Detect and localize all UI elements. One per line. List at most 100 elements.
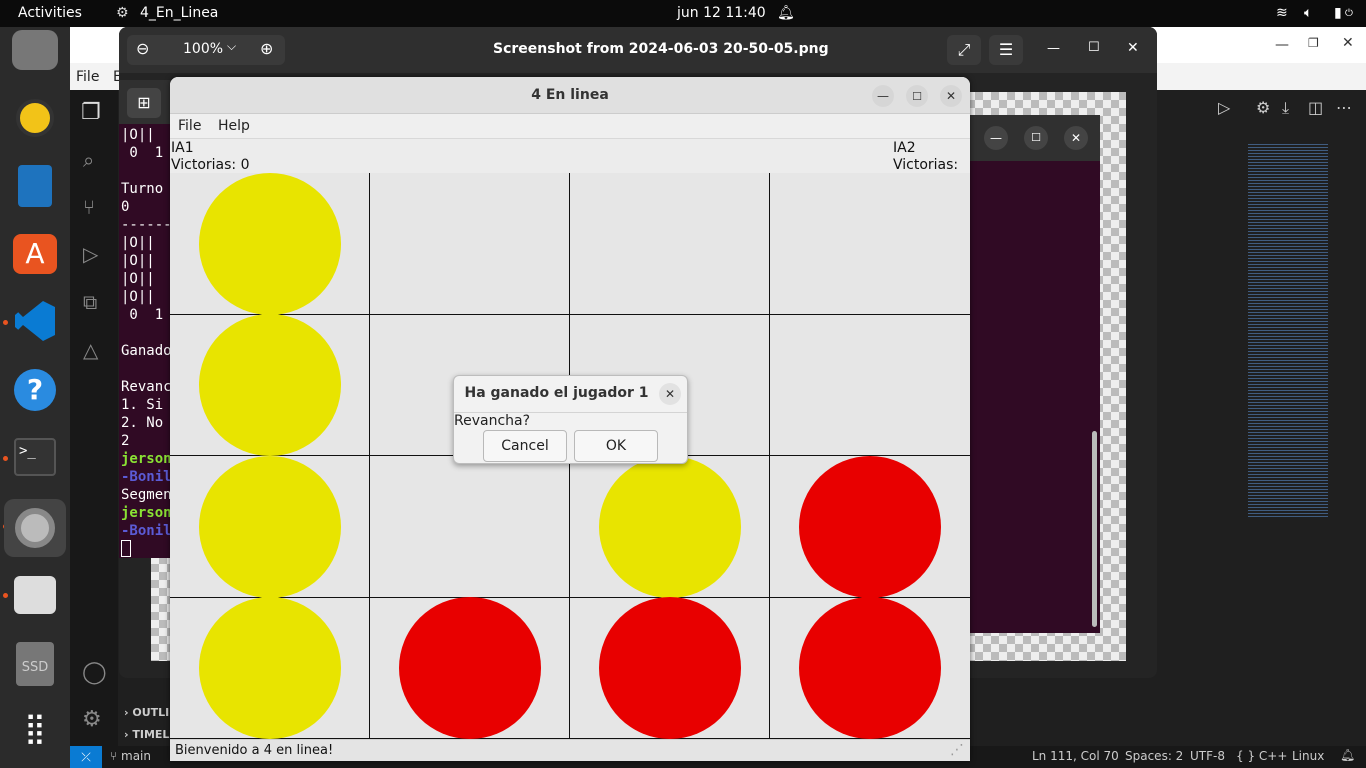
- indentation-status[interactable]: Spaces: 2: [1125, 749, 1183, 763]
- ssd-drive-icon[interactable]: SSD: [12, 641, 58, 687]
- app-menu[interactable]: 4_En_Linea: [140, 5, 218, 21]
- terminal-line: Turno: [121, 181, 164, 197]
- clock[interactable]: jun 12 11:40: [677, 5, 766, 21]
- minimize-icon[interactable]: —: [1047, 41, 1060, 56]
- terminal-output: |O|| 0 1 Turno 0 ------ |O|| |O|| |O|| |O|| 0 1…: [119, 124, 171, 558]
- extensions-icon[interactable]: ⧉: [83, 290, 97, 314]
- scoreboard: IA1 Victorias: 0 IA2 Victorias: 0: [170, 139, 970, 189]
- manage-gear-icon[interactable]: ⚙: [82, 707, 102, 732]
- zoom-level[interactable]: 100%: [183, 41, 223, 57]
- terminal-scrollbar[interactable]: [1092, 431, 1097, 627]
- vscode-icon[interactable]: [12, 298, 58, 344]
- game-title: 4 En linea: [531, 87, 609, 103]
- app-icon: ⚙: [116, 5, 129, 21]
- account-icon[interactable]: ◯: [82, 660, 107, 685]
- red-disc: [799, 455, 941, 598]
- activity-bar: ❐ ⌕ ⑂ ▷ ⧉ △ ◯ ⚙: [70, 90, 118, 746]
- maximize-icon[interactable]: ☐: [1088, 40, 1100, 55]
- maximize-icon[interactable]: ☐: [1024, 126, 1048, 150]
- volume-icon[interactable]: 🔈︎: [1304, 5, 1312, 21]
- files-icon[interactable]: [12, 30, 58, 70]
- vscode-menu-file[interactable]: File: [76, 69, 99, 85]
- split-editor-icon[interactable]: ◫: [1308, 98, 1323, 117]
- terminal-icon[interactable]: >_: [12, 434, 58, 480]
- source-control-icon[interactable]: ⑂: [83, 195, 95, 219]
- battery-icon[interactable]: ▮: [1334, 5, 1342, 21]
- libreoffice-impress-icon[interactable]: [12, 163, 58, 209]
- red-disc: [799, 597, 941, 740]
- cancel-button[interactable]: Cancel: [483, 430, 567, 462]
- fullscreen-icon[interactable]: ⤢: [947, 35, 981, 65]
- terminal-line: -Bonil: [121, 523, 171, 539]
- board-cell[interactable]: [370, 173, 570, 315]
- close-icon[interactable]: ✕: [940, 85, 962, 107]
- dialog-message: Revancha?: [454, 413, 531, 429]
- winner-dialog: Ha ganado el jugador 1 ✕ Revancha? Cance…: [453, 375, 688, 464]
- remote-indicator-icon[interactable]: ⤫: [70, 746, 102, 768]
- player1-name: IA1: [171, 140, 194, 156]
- terminal-line: Revanc: [121, 379, 171, 395]
- run-debug-icon[interactable]: ▷: [83, 242, 98, 266]
- settings-gear-icon[interactable]: ⚙: [1256, 98, 1270, 117]
- ok-button[interactable]: OK: [574, 430, 658, 462]
- rhythmbox-icon[interactable]: [12, 95, 58, 141]
- explorer-icon[interactable]: ❐: [81, 100, 101, 125]
- resize-grip-icon[interactable]: ⋰: [950, 742, 964, 758]
- close-icon[interactable]: ✕: [1064, 126, 1088, 150]
- encoding-status[interactable]: UTF-8: [1190, 749, 1225, 763]
- top-bar: Activities ⚙ 4_En_Linea jun 12 11:40 🔔︎ …: [0, 0, 1366, 27]
- terminal-line: 0: [121, 199, 130, 215]
- settings-icon[interactable]: [4, 499, 66, 557]
- game-menubar: File Help: [170, 114, 970, 139]
- zoom-out-icon[interactable]: ⊖: [136, 39, 149, 58]
- more-actions-icon[interactable]: ⋯: [1336, 98, 1352, 117]
- maximize-icon[interactable]: ☐: [906, 85, 928, 107]
- terminal-line: |O||: [121, 235, 155, 251]
- menu-file[interactable]: File: [178, 118, 201, 134]
- board-cell[interactable]: [770, 315, 970, 456]
- remote-icon[interactable]: △: [83, 338, 98, 362]
- show-apps-icon[interactable]: ⣿: [12, 705, 58, 751]
- restore-icon[interactable]: ❐: [1308, 36, 1319, 50]
- search-icon[interactable]: ⌕: [83, 148, 94, 172]
- red-disc: [399, 597, 541, 740]
- activities-button[interactable]: Activities: [18, 5, 82, 21]
- os-status[interactable]: Linux: [1292, 749, 1324, 763]
- board-cell[interactable]: [570, 173, 770, 315]
- timeline-section[interactable]: › TIMEL: [124, 728, 169, 741]
- terminal-line: |O||: [121, 253, 155, 269]
- wifi-icon[interactable]: ≋: [1276, 5, 1288, 21]
- zoom-in-icon[interactable]: ⊕: [260, 39, 273, 58]
- power-icon[interactable]: ⏻: [1345, 8, 1353, 19]
- close-icon[interactable]: ✕: [1127, 40, 1139, 56]
- branch-status[interactable]: ⑂ main: [110, 749, 151, 763]
- run-icon[interactable]: ▷: [1218, 98, 1230, 117]
- app-center-icon[interactable]: A: [12, 231, 58, 277]
- minimize-icon[interactable]: —: [1275, 37, 1289, 53]
- cursor-position[interactable]: Ln 111, Col 70: [1032, 749, 1119, 763]
- download-icon[interactable]: ⤓: [1282, 98, 1289, 118]
- minimize-icon[interactable]: —: [984, 126, 1008, 150]
- board-cell[interactable]: [770, 173, 970, 315]
- close-icon[interactable]: ✕: [1342, 35, 1354, 51]
- terminal-line: jerson: [121, 451, 171, 467]
- minimize-icon[interactable]: —: [872, 85, 894, 107]
- zoom-menu-chevron-icon[interactable]: ⌵: [227, 39, 236, 54]
- new-tab-icon[interactable]: ⊞: [127, 88, 161, 118]
- terminal-line: 0 1: [121, 145, 164, 161]
- menu-help[interactable]: Help: [218, 118, 250, 134]
- yellow-disc: [199, 172, 341, 315]
- terminal-line: ------: [121, 217, 171, 233]
- outline-section[interactable]: › OUTLI: [124, 706, 169, 719]
- terminal-line: jerson: [121, 505, 171, 521]
- yellow-disc: [599, 455, 741, 598]
- language-status[interactable]: { } C++: [1236, 749, 1287, 763]
- help-icon[interactable]: ?: [12, 367, 58, 413]
- notifications-icon[interactable]: 🔔︎: [1340, 748, 1355, 762]
- hamburger-menu-icon[interactable]: ☰: [989, 35, 1023, 65]
- board-cell[interactable]: [370, 456, 570, 598]
- terminal-line: 2. No: [121, 415, 164, 431]
- minimap[interactable]: [1248, 144, 1328, 519]
- image-viewer-icon[interactable]: [12, 572, 58, 618]
- close-icon[interactable]: ✕: [659, 383, 681, 405]
